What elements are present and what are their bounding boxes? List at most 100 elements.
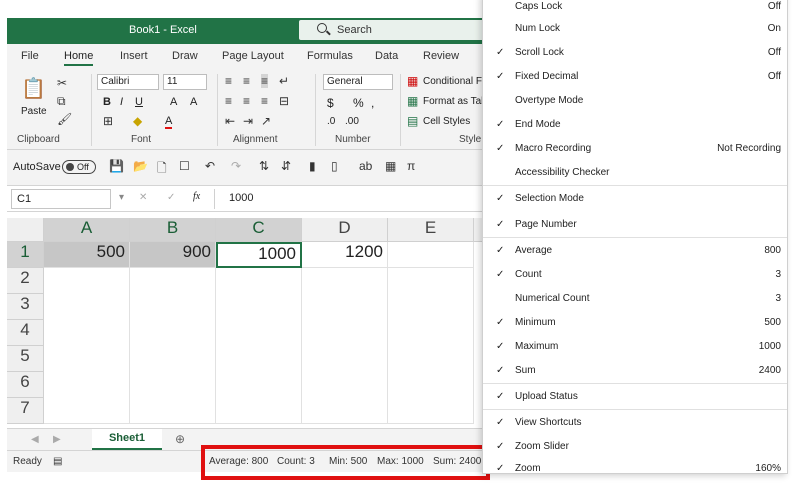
- row-header-6[interactable]: 6: [7, 372, 44, 398]
- column-header-a[interactable]: A: [44, 218, 130, 242]
- cell-b1[interactable]: 900: [130, 242, 216, 268]
- autosave-toggle[interactable]: Off: [62, 160, 96, 174]
- menu-item-macro-recording[interactable]: ✓ Macro Recording Not Recording: [483, 137, 787, 161]
- paste-icon[interactable]: 📋: [21, 76, 46, 101]
- increase-decimal-button[interactable]: .0: [327, 116, 335, 127]
- paste-label[interactable]: Paste: [21, 106, 47, 117]
- currency-button[interactable]: $: [327, 96, 334, 110]
- percent-button[interactable]: %: [353, 96, 364, 110]
- comma-button[interactable]: ,: [371, 96, 374, 110]
- decrease-font-button[interactable]: A: [190, 96, 197, 108]
- bold-button[interactable]: B: [103, 96, 111, 108]
- menu-item-accessibility-checker[interactable]: Accessibility Checker: [483, 161, 787, 185]
- format-table-icon[interactable]: ▦: [407, 94, 418, 108]
- column-header-d[interactable]: D: [302, 218, 388, 242]
- search-box[interactable]: Search: [299, 20, 484, 40]
- format-as-table-button[interactable]: Format as Tab: [423, 96, 487, 107]
- sort-descending-icon[interactable]: ⇵: [281, 159, 291, 173]
- row-header-4[interactable]: 4: [7, 320, 44, 346]
- row-header-2[interactable]: 2: [7, 268, 44, 294]
- new-file-icon[interactable]: 🗋: [157, 159, 167, 180]
- italic-button[interactable]: I: [120, 96, 123, 108]
- tab-insert[interactable]: Insert: [120, 50, 148, 62]
- empty-cells-c[interactable]: [216, 268, 302, 424]
- menu-item-maximum[interactable]: ✓ Maximum 1000: [483, 335, 787, 359]
- enter-icon[interactable]: ✓: [167, 192, 175, 203]
- strikethrough-icon[interactable]: ab: [359, 159, 372, 173]
- cell-styles-button[interactable]: Cell Styles: [423, 116, 470, 127]
- orientation-icon[interactable]: ↗: [261, 114, 271, 128]
- empty-cells-b[interactable]: [130, 268, 216, 424]
- tab-data[interactable]: Data: [375, 50, 398, 62]
- menu-item-upload-status[interactable]: ✓ Upload Status: [483, 385, 787, 409]
- row-header-1[interactable]: 1: [7, 242, 44, 268]
- open-icon[interactable]: 📂: [133, 159, 148, 173]
- select-all-corner[interactable]: [7, 218, 44, 242]
- row-header-5[interactable]: 5: [7, 346, 44, 372]
- menu-item-num-lock[interactable]: Num Lock On: [483, 17, 787, 41]
- menu-item-scroll-lock[interactable]: ✓ Scroll Lock Off: [483, 41, 787, 65]
- align-middle-icon[interactable]: ≡: [243, 74, 250, 88]
- cut-icon[interactable]: ✂: [57, 76, 67, 90]
- empty-cells-a[interactable]: [44, 268, 130, 424]
- menu-item-zoom[interactable]: ✓ Zoom 160%: [483, 457, 787, 481]
- menu-item-end-mode[interactable]: ✓ End Mode: [483, 113, 787, 137]
- menu-item-overtype-mode[interactable]: Overtype Mode: [483, 89, 787, 113]
- undo-icon[interactable]: ↶: [205, 159, 215, 173]
- align-left-icon[interactable]: ≡: [225, 94, 232, 108]
- column-header-c[interactable]: C: [216, 218, 302, 242]
- underline-button[interactable]: U: [135, 96, 143, 108]
- next-sheet-icon[interactable]: ▶: [53, 434, 61, 445]
- tab-page-layout[interactable]: Page Layout: [222, 50, 284, 62]
- redo-icon[interactable]: ↷: [231, 159, 241, 173]
- menu-item-numerical-count[interactable]: Numerical Count 3: [483, 287, 787, 311]
- add-sheet-icon[interactable]: ⊕: [175, 432, 185, 446]
- font-size-box[interactable]: 11: [163, 74, 207, 90]
- column-header-e[interactable]: E: [388, 218, 474, 242]
- conditional-formatting-button[interactable]: Conditional F: [423, 76, 482, 87]
- pi-icon[interactable]: π: [407, 159, 415, 173]
- pivot-chart-icon[interactable]: ▯: [331, 159, 338, 173]
- cell-d1[interactable]: 1200: [302, 242, 388, 268]
- menu-item-selection-mode[interactable]: ✓ Selection Mode: [483, 187, 787, 211]
- align-right-icon[interactable]: ≡: [261, 94, 268, 108]
- align-center-icon[interactable]: ≡: [243, 94, 250, 108]
- font-color-button[interactable]: A: [165, 115, 173, 129]
- align-bottom-icon[interactable]: ≡: [261, 74, 269, 88]
- tab-formulas[interactable]: Formulas: [307, 50, 353, 62]
- wrap-text-icon[interactable]: ↵: [279, 74, 289, 88]
- name-box[interactable]: C1: [11, 189, 111, 209]
- row-header-7[interactable]: 7: [7, 398, 44, 424]
- tab-file[interactable]: File: [21, 50, 39, 62]
- tab-review[interactable]: Review: [423, 50, 459, 62]
- save-icon[interactable]: 💾: [109, 159, 124, 173]
- decrease-indent-icon[interactable]: ⇤: [225, 114, 235, 128]
- prev-sheet-icon[interactable]: ◀: [31, 434, 39, 445]
- decrease-decimal-button[interactable]: .00: [345, 116, 359, 127]
- align-top-icon[interactable]: ≡: [225, 74, 232, 88]
- borders-icon[interactable]: ⊞: [103, 114, 113, 128]
- menu-item-page-number[interactable]: ✓ Page Number: [483, 213, 787, 237]
- menu-item-minimum[interactable]: ✓ Minimum 500: [483, 311, 787, 335]
- tab-home[interactable]: Home: [64, 50, 94, 66]
- cell-e1[interactable]: [388, 242, 474, 268]
- status-page-icon[interactable]: ▤: [53, 456, 62, 467]
- sort-ascending-icon[interactable]: ⇅: [259, 159, 269, 173]
- format-painter-icon[interactable]: 🖌: [57, 112, 72, 126]
- menu-item-fixed-decimal[interactable]: ✓ Fixed Decimal Off: [483, 65, 787, 89]
- empty-cells-d[interactable]: [302, 268, 388, 424]
- menu-item-count[interactable]: ✓ Count 3: [483, 263, 787, 287]
- window-icon[interactable]: ☐: [179, 159, 190, 173]
- cell-c1[interactable]: 1000: [216, 242, 302, 268]
- column-header-b[interactable]: B: [130, 218, 216, 242]
- fill-color-icon[interactable]: ◆: [133, 114, 142, 128]
- copy-icon[interactable]: ⧉: [57, 94, 66, 109]
- increase-indent-icon[interactable]: ⇥: [243, 114, 253, 128]
- chart-icon[interactable]: ▮: [309, 159, 316, 173]
- cancel-icon[interactable]: ✕: [139, 192, 147, 203]
- formula-input[interactable]: 1000: [229, 192, 253, 204]
- name-box-dropdown-icon[interactable]: ▾: [119, 192, 124, 203]
- menu-item-sum[interactable]: ✓ Sum 2400: [483, 359, 787, 383]
- cell-styles-icon[interactable]: ▤: [407, 114, 418, 128]
- insert-function-button[interactable]: fx: [193, 191, 200, 202]
